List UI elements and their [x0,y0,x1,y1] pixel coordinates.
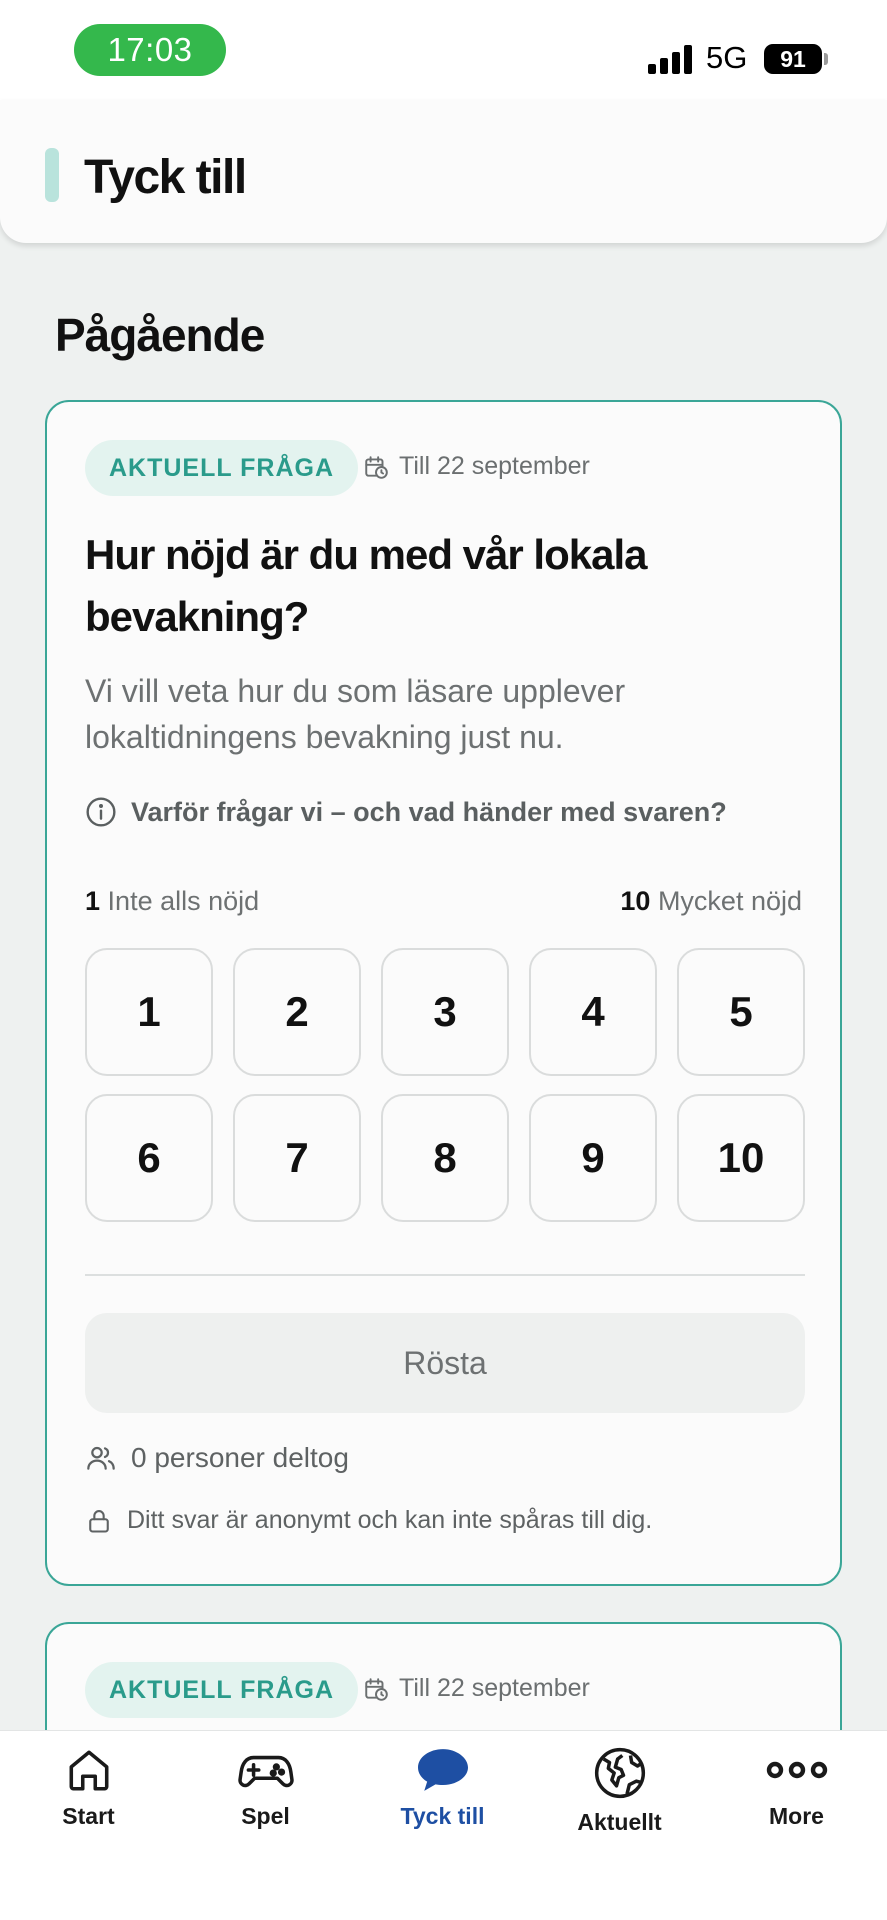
info-icon [86,797,116,827]
home-icon [69,1750,108,1791]
signal-icon [648,44,694,74]
status-bar: 17:03 5G 91 [0,0,887,100]
nav-label-aktuellt: Aktuellt [577,1809,662,1835]
why-we-ask-link[interactable]: Varför frågar vi – och vad händer med sv… [85,796,727,828]
header-accent-bar [45,148,59,202]
rating-option-2[interactable]: 2 [233,948,361,1076]
rating-option-9[interactable]: 9 [529,1094,657,1222]
scale-high-label: 10 Mycket nöjd [620,886,802,916]
poll-card: AKTUELL FRÅGA Till 22 september Hur nöjd… [45,400,842,1586]
why-we-ask-text: Varför frågar vi – och vad händer med sv… [131,796,727,827]
battery-icon: 91 [764,44,822,74]
rating-option-6[interactable]: 6 [85,1094,213,1222]
vote-button[interactable]: Rösta [85,1313,805,1413]
gamepad-icon [237,1755,294,1788]
rating-option-10[interactable]: 10 [677,1094,805,1222]
calendar-clock-icon [365,1677,388,1701]
status-time: 17:03 [74,24,226,76]
nav-label-start: Start [62,1803,115,1829]
chat-bubble-icon [417,1749,468,1791]
poll-question: Hur nöjd är du med vår lokala bevakning? [85,531,647,640]
status-badge: AKTUELL FRÅGA [85,440,359,496]
rating-option-7[interactable]: 7 [233,1094,361,1222]
anonymous-note: Ditt svar är anonymt och kan inte spåras… [85,1506,652,1535]
anonymous-note-text: Ditt svar är anonymt och kan inte spåras… [127,1506,653,1534]
page-title: Tyck till [84,151,247,204]
page-header: Tyck till [0,100,887,243]
section-title: Pågående [55,309,265,361]
bottom-nav: Start Spel Tyck till Aktuellt More [0,1730,887,1920]
nav-label-more: More [769,1803,824,1829]
nav-item-tyck-till[interactable]: Tyck till [354,1731,531,1871]
nav-item-start[interactable]: Start [0,1731,177,1871]
calendar-clock-icon [365,455,388,479]
globe-icon [594,1747,645,1799]
rating-option-5[interactable]: 5 [677,948,805,1076]
more-dots-icon [766,1761,827,1779]
poll-deadline-text: Till 22 september [399,452,590,480]
divider [85,1274,805,1276]
poll-deadline: Till 22 september [363,452,590,481]
poll-description: Vi vill veta hur du som läsare upplever … [85,673,626,755]
network-label: 5G [706,40,748,75]
participants-text: 0 personer deltog [131,1442,349,1473]
status-badge-2: AKTUELL FRÅGA [85,1662,359,1718]
nav-label-tyck-till: Tyck till [400,1803,485,1829]
lock-icon [89,1509,109,1533]
rating-option-4[interactable]: 4 [529,948,657,1076]
nav-item-spel[interactable]: Spel [177,1731,354,1871]
participants-count: 0 personer deltog [85,1442,349,1474]
scale-low-label: 1 Inte alls nöjd [85,886,260,916]
rating-option-8[interactable]: 8 [381,1094,509,1222]
poll-deadline-text-2: Till 22 september [399,1674,590,1702]
nav-label-spel: Spel [241,1803,290,1829]
rating-option-1[interactable]: 1 [85,948,213,1076]
people-icon [87,1446,115,1470]
poll-deadline-2: Till 22 september [363,1674,590,1703]
rating-option-3[interactable]: 3 [381,948,509,1076]
nav-item-aktuellt[interactable]: Aktuellt [531,1731,708,1871]
nav-item-more[interactable]: More [708,1731,885,1871]
